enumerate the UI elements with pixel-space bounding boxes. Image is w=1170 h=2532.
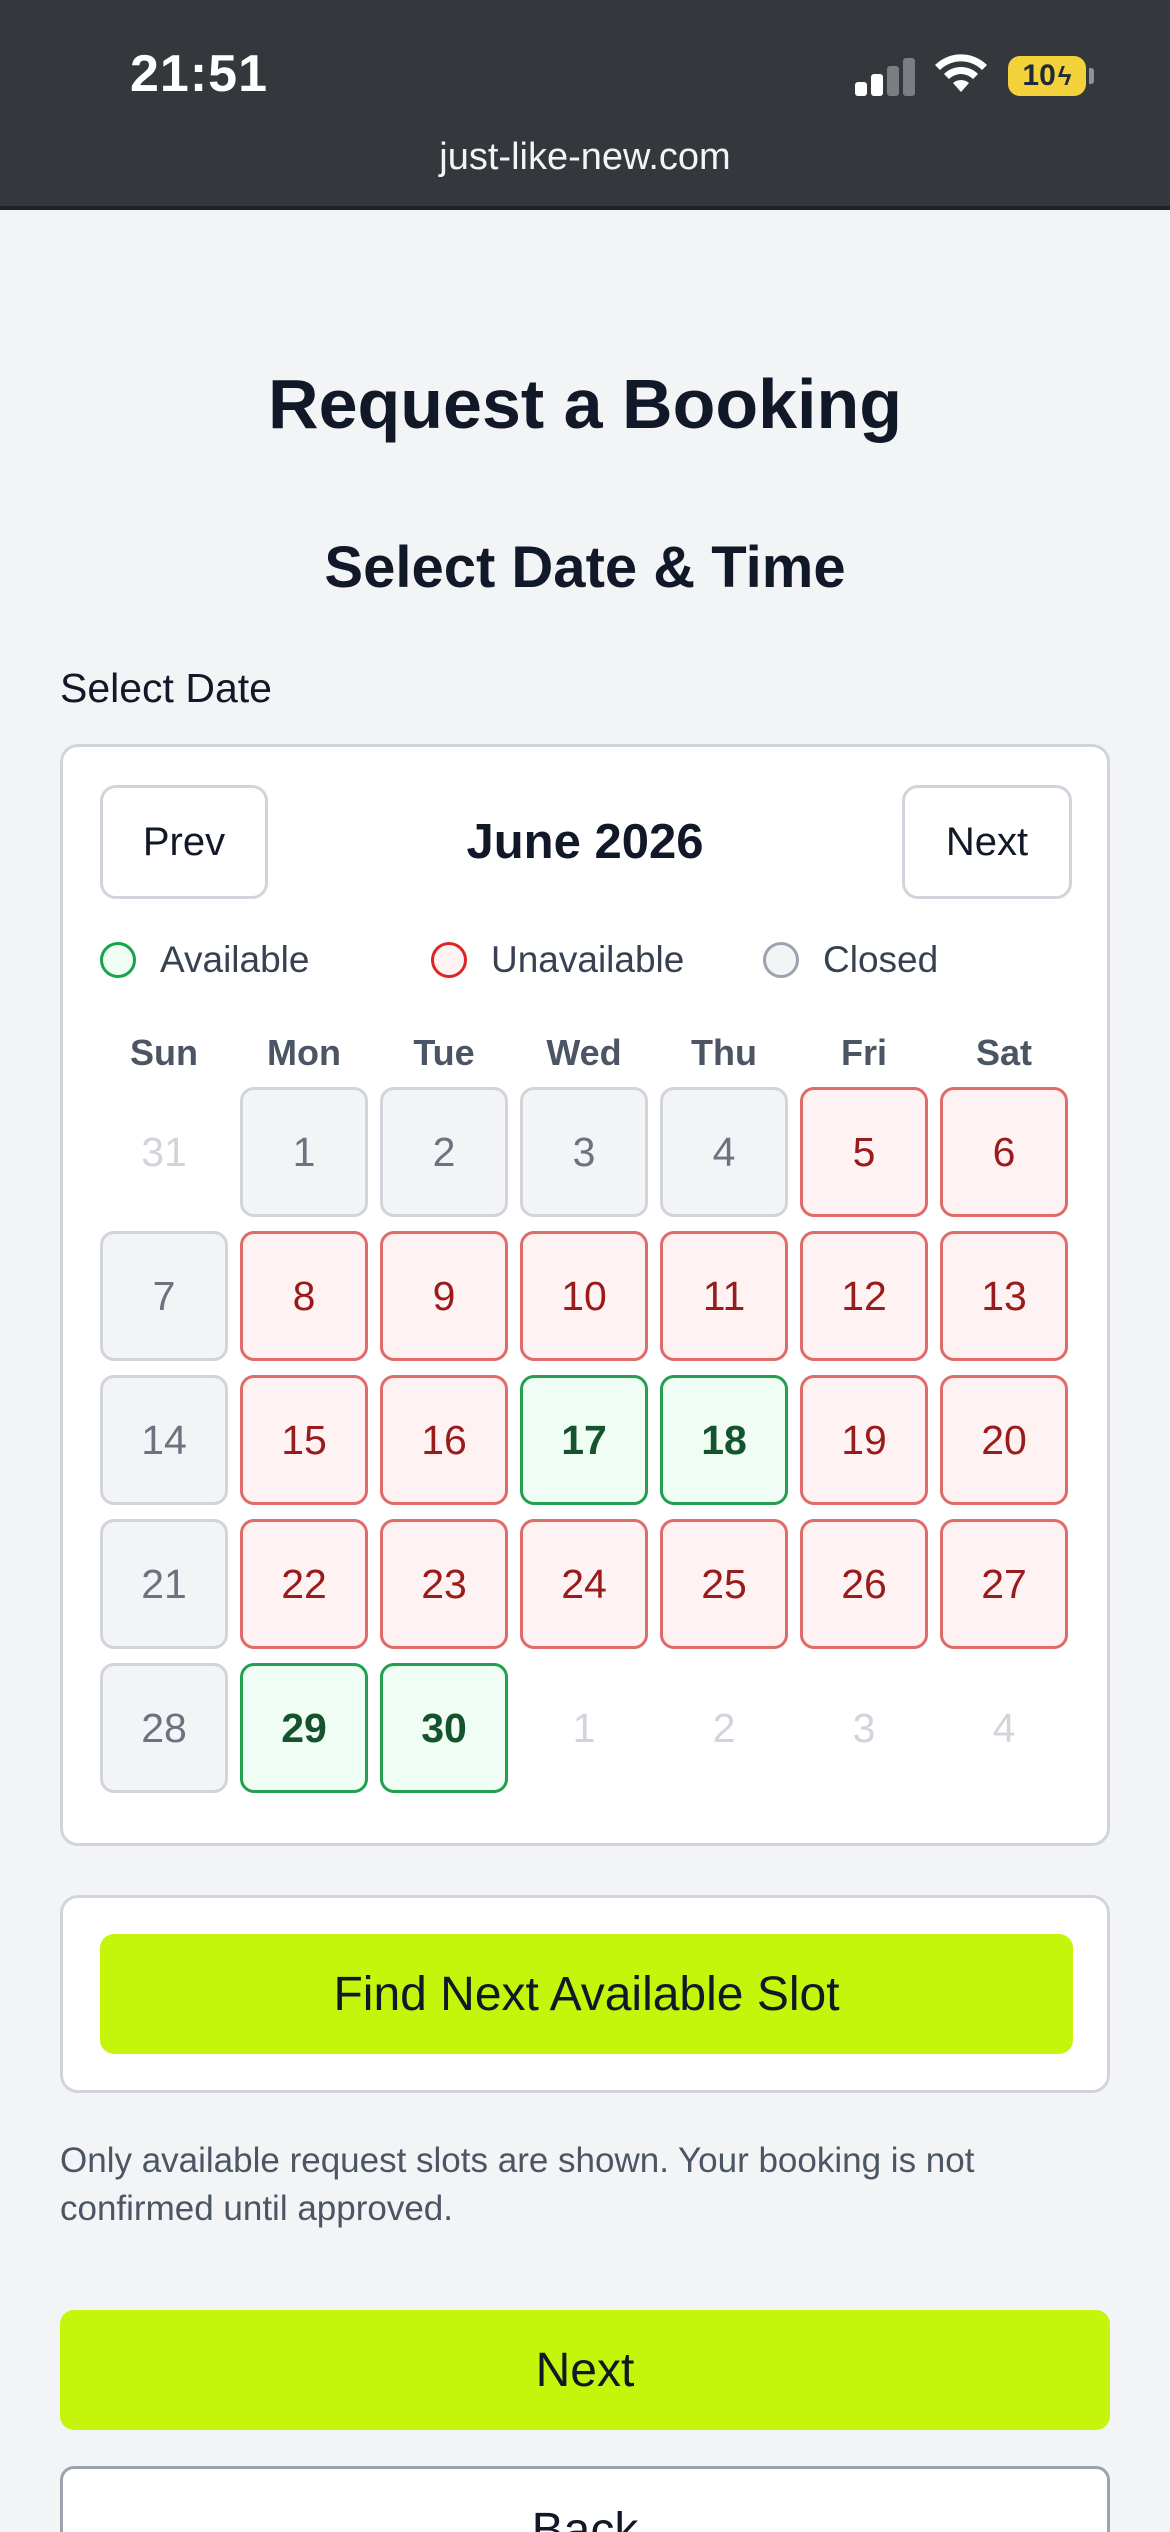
calendar-day-closed: 14 xyxy=(100,1375,228,1505)
weekday-label: Wed xyxy=(546,1032,622,1073)
calendar-day-unavailable: 13 xyxy=(940,1231,1068,1361)
calendar-day-unavailable: 25 xyxy=(660,1519,788,1649)
closed-dot-icon xyxy=(763,942,799,978)
available-dot-icon xyxy=(100,942,136,978)
weekday-label: Sat xyxy=(975,1032,1033,1073)
month-label: June 2026 xyxy=(466,815,704,869)
section-title: Select Date & Time xyxy=(324,535,846,600)
chrome-divider xyxy=(0,206,1170,210)
calendar-day-closed: 3 xyxy=(520,1087,648,1217)
browser-viewport: 21:51 10 ϟ just-like-new.com Request a B… xyxy=(0,0,1170,2532)
calendar-day-closed: 21 xyxy=(100,1519,228,1649)
battery-tip xyxy=(1089,68,1094,84)
calendar-day-available[interactable]: 18 xyxy=(660,1375,788,1505)
calendar-day-outside: 1 xyxy=(572,1704,596,1751)
legend-label: Closed xyxy=(823,939,939,980)
calendar-day-unavailable: 22 xyxy=(240,1519,368,1649)
weekday-label: Mon xyxy=(267,1032,341,1073)
calendar-day-unavailable: 12 xyxy=(800,1231,928,1361)
calendar-day-unavailable: 10 xyxy=(520,1231,648,1361)
legend-label: Available xyxy=(160,939,310,980)
prev-month-button[interactable]: Prev xyxy=(100,785,268,899)
calendar-day-unavailable: 26 xyxy=(800,1519,928,1649)
calendar-day-unavailable: 23 xyxy=(380,1519,508,1649)
bolt-icon: ϟ xyxy=(1057,60,1072,91)
calendar-day-outside: 31 xyxy=(141,1128,187,1175)
calendar-day-closed: 2 xyxy=(380,1087,508,1217)
calendar-day-unavailable: 8 xyxy=(240,1231,368,1361)
address-bar-url[interactable]: just-like-new.com xyxy=(0,136,1170,179)
legend-closed: Closed xyxy=(763,935,938,985)
calendar-day-unavailable: 15 xyxy=(240,1375,368,1505)
legend-unavailable: Unavailable xyxy=(431,935,684,985)
calendar-day-outside: 2 xyxy=(712,1704,736,1751)
select-date-label: Select Date xyxy=(60,665,272,711)
calendar-day-closed: 4 xyxy=(660,1087,788,1217)
calendar-day-unavailable: 24 xyxy=(520,1519,648,1649)
find-slot-card: Find Next Available Slot xyxy=(60,1895,1110,2093)
booking-note: Only available request slots are shown. … xyxy=(60,2141,975,2228)
battery-charging-icon: 10 ϟ xyxy=(1008,56,1086,96)
find-next-slot-button[interactable]: Find Next Available Slot xyxy=(100,1934,1073,2054)
calendar-day-unavailable: 9 xyxy=(380,1231,508,1361)
calendar-day-closed: 1 xyxy=(240,1087,368,1217)
back-button[interactable]: Back xyxy=(60,2466,1110,2532)
calendar-day-outside: 3 xyxy=(852,1704,876,1751)
calendar-day-unavailable: 16 xyxy=(380,1375,508,1505)
next-button[interactable]: Next xyxy=(60,2310,1110,2430)
calendar-day-unavailable: 27 xyxy=(940,1519,1068,1649)
weekday-label: Tue xyxy=(413,1032,475,1073)
legend-available: Available xyxy=(100,935,309,985)
calendar-day-unavailable: 5 xyxy=(800,1087,928,1217)
legend-label: Unavailable xyxy=(491,939,685,980)
wifi-icon xyxy=(935,54,987,92)
weekday-label: Thu xyxy=(691,1032,757,1073)
unavailable-dot-icon xyxy=(431,942,467,978)
calendar-day-outside: 4 xyxy=(992,1704,1016,1751)
calendar-day-available[interactable]: 17 xyxy=(520,1375,648,1505)
weekday-label: Sun xyxy=(130,1032,198,1073)
next-month-button[interactable]: Next xyxy=(902,785,1072,899)
calendar-day-available[interactable]: 29 xyxy=(240,1663,368,1793)
calendar-day-closed: 28 xyxy=(100,1663,228,1793)
calendar-day-unavailable: 20 xyxy=(940,1375,1068,1505)
calendar-day-closed: 7 xyxy=(100,1231,228,1361)
page-title: Request a Booking xyxy=(268,365,902,443)
weekday-label: Fri xyxy=(840,1032,887,1073)
calendar-day-unavailable: 11 xyxy=(660,1231,788,1361)
status-time: 21:51 xyxy=(130,45,268,103)
browser-chrome: 21:51 10 ϟ just-like-new.com xyxy=(0,0,1170,210)
battery-level: 10 xyxy=(1022,59,1056,92)
calendar-card: Prev June 2026 Next Available Unavailabl… xyxy=(60,744,1110,1846)
calendar-day-available[interactable]: 30 xyxy=(380,1663,508,1793)
calendar-day-unavailable: 6 xyxy=(940,1087,1068,1217)
cellular-signal-icon xyxy=(855,58,917,96)
calendar-day-unavailable: 19 xyxy=(800,1375,928,1505)
